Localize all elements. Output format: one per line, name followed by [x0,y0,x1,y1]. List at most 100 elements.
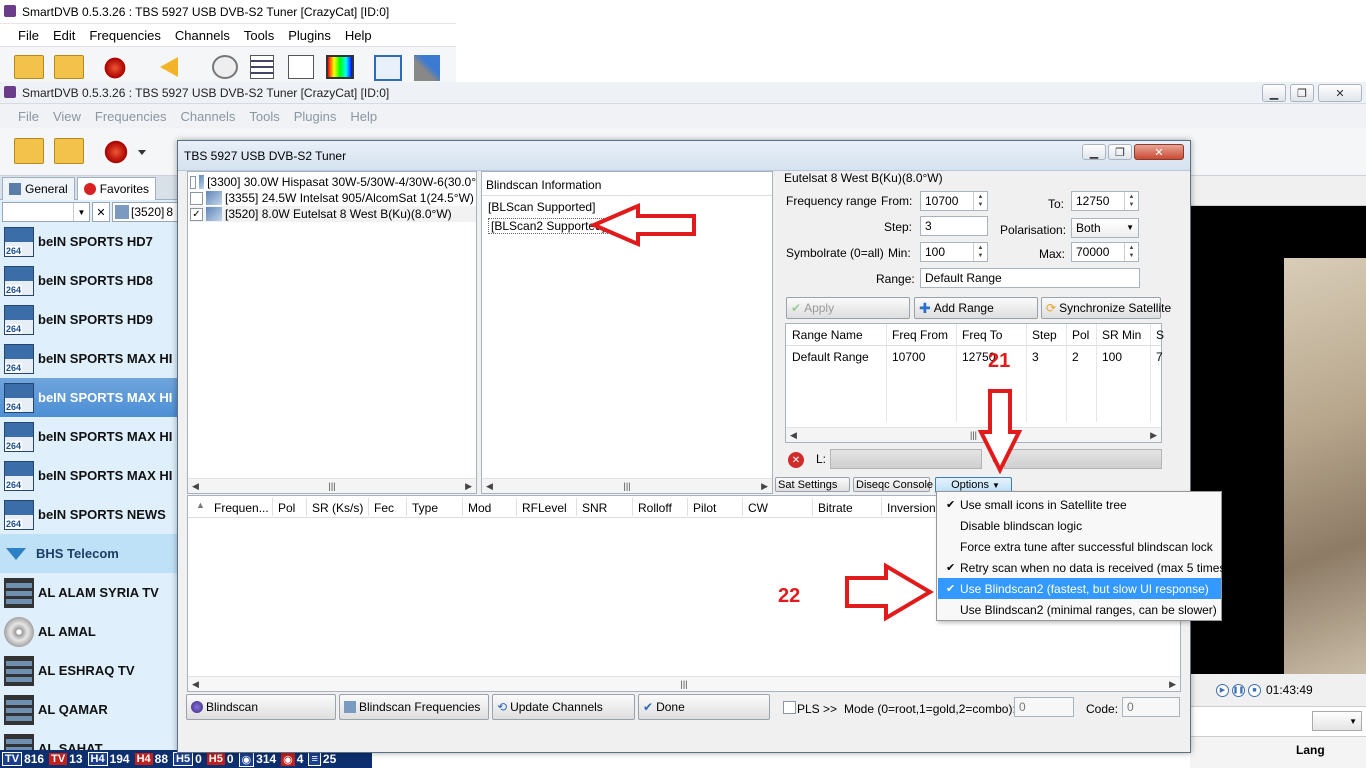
range-table-hscroll[interactable]: ◀ ||| ▶ [786,427,1161,442]
close-button[interactable]: ✕ [1318,84,1362,102]
menu-file[interactable]: File [18,109,39,124]
tools-icon[interactable] [414,55,440,81]
scroll-right-icon[interactable]: ▶ [761,481,768,492]
clear-filter-button[interactable]: ✕ [92,202,110,222]
min-spinner[interactable]: ▲ ▼ [973,243,987,261]
dialog-close-button[interactable]: ✕ [1134,144,1184,160]
results-table-hscroll[interactable]: ◀ ||| ▶ [188,676,1180,691]
open-folder-icon[interactable] [14,55,44,79]
channel-row[interactable]: AL QAMAR [0,690,178,729]
satellite-tree-hscroll[interactable]: ◀ ||| ▶ [188,478,476,493]
record-icon[interactable] [102,138,130,166]
channel-row[interactable]: 264 beIN SPORTS HD7 [0,222,178,261]
range-column-header[interactable]: S [1156,328,1164,342]
max-spinner[interactable]: ▲ ▼ [1124,243,1138,261]
apply-button[interactable]: ✔ Apply [786,297,910,319]
satellite-checkbox[interactable]: ✓ [190,207,203,221]
channel-row[interactable]: 264 beIN SPORTS MAX HI [0,378,178,417]
menu-channels[interactable]: Channels [175,28,230,43]
menu-tools[interactable]: Tools [244,28,274,43]
range-column-header[interactable]: Freq To [962,328,1002,342]
results-column-header[interactable]: Pilot [693,501,716,515]
minimize-button[interactable]: ▁ [1262,84,1286,102]
menu-frequencies[interactable]: Frequencies [89,28,161,43]
play-icon[interactable]: ▶ [1216,683,1229,697]
options-menu-item[interactable]: ✔ Use small icons in Satellite tree [938,494,1221,515]
fullscreen-icon[interactable] [374,55,402,81]
menu-plugins[interactable]: Plugins [288,28,331,43]
results-column-header[interactable]: Frequen... [214,501,269,515]
satellite-checkbox[interactable] [190,175,196,189]
chevron-down-icon[interactable]: ▼ [73,203,89,221]
range-column-header[interactable]: SR Min [1102,328,1141,342]
from-field[interactable]: 10700 ▲ ▼ [920,191,988,211]
range-column-header[interactable]: Step [1032,328,1057,342]
range-name-field[interactable]: Default Range [920,268,1140,288]
satellite-tree-item[interactable]: [3355] 24.5W Intelsat 905/AlcomSat 1(24.… [190,190,476,206]
menu-view[interactable]: View [53,109,81,124]
max-field[interactable]: 70000 ▲ ▼ [1071,242,1139,262]
to-field[interactable]: 12750 ▲ ▼ [1071,191,1139,211]
range-column-header[interactable]: Freq From [892,328,948,342]
menu-tools[interactable]: Tools [249,109,279,124]
update-channels-button[interactable]: ⟲ Update Channels [492,694,635,720]
scroll-left-icon[interactable]: ◀ [790,430,797,441]
diseqc-console-button[interactable]: Diseqc Console [853,477,933,492]
dialog-maximize-button[interactable]: ❐ [1108,144,1132,160]
code-field[interactable]: 0 [1122,697,1180,717]
channel-row[interactable]: 264 beIN SPORTS HD8 [0,261,178,300]
results-column-header[interactable]: Inversion [887,501,936,515]
scroll-right-icon[interactable]: ▶ [1169,679,1176,690]
options-menu-item[interactable]: ✔ Use Blindscan2 (fastest, but slow UI re… [938,578,1221,599]
menu-help[interactable]: Help [345,28,372,43]
blindscan-info-hscroll[interactable]: ◀ ||| ▶ [482,478,772,493]
scroll-left-icon[interactable]: ◀ [192,679,199,690]
channel-row[interactable]: AL ESHRAQ TV [0,651,178,690]
results-column-header[interactable]: Type [412,501,438,515]
results-column-header[interactable]: SR (Ks/s) [312,501,363,515]
list-icon[interactable] [250,55,274,79]
options-menu-item[interactable]: Use Blindscan2 (minimal ranges, can be s… [938,599,1221,620]
maximize-button[interactable]: ❐ [1290,84,1314,102]
results-column-header[interactable]: CW [748,501,768,515]
done-button[interactable]: ✔ Done [638,694,770,720]
range-column-header[interactable]: Range Name [792,328,863,342]
back-arrow-icon[interactable] [160,57,178,77]
min-field[interactable]: 100 ▲ ▼ [920,242,988,262]
menu-edit[interactable]: Edit [53,28,75,43]
open-folder-icon[interactable] [14,138,44,164]
pls-checkbox[interactable] [783,701,796,717]
options-menu-item[interactable]: ✔ Retry scan when no data is received (ma… [938,557,1229,578]
channel-row[interactable]: AL ALAM SYRIA TV [0,573,178,612]
chevron-down-icon[interactable] [138,150,146,155]
results-column-header[interactable]: Fec [374,501,394,515]
menu-frequencies[interactable]: Frequencies [95,109,167,124]
satellite-tree-item[interactable]: [3300] 30.0W Hispasat 30W-5/30W-4/30W-6(… [190,174,476,190]
dialog-minimize-button[interactable]: ▁ [1082,144,1106,160]
add-range-button[interactable]: ✚ Add Range [914,297,1038,319]
synchronize-satellite-button[interactable]: ⟳ Synchronize Satellite [1041,297,1171,319]
tab-general[interactable]: General [2,177,75,200]
channel-row[interactable]: AL AMAL [0,612,178,651]
scroll-left-icon[interactable]: ◀ [192,481,199,492]
pause-icon[interactable]: ❚❚ [1232,683,1245,697]
channel-filter-select[interactable]: ▼ [2,202,90,222]
blindscan-frequencies-button[interactable]: Blindscan Frequencies [339,694,489,720]
menu-file[interactable]: File [18,28,39,43]
scroll-right-icon[interactable]: ▶ [465,481,472,492]
channel-row[interactable]: AL SAHAT [0,729,178,750]
audio-track-select[interactable]: ▼ [1312,711,1362,731]
tab-favorites[interactable]: Favorites [76,177,157,200]
results-column-header[interactable]: Mod [468,501,491,515]
menu-help[interactable]: Help [350,109,377,124]
sat-settings-button[interactable]: Sat Settings [775,477,850,492]
zoom-icon[interactable] [288,55,314,79]
channel-row[interactable]: 264 beIN SPORTS NEWS [0,495,178,534]
range-column-header[interactable]: Pol [1072,328,1089,342]
record-icon[interactable] [102,55,128,81]
satellite-filter[interactable]: [3520] 8 [112,202,178,222]
range-table-row[interactable]: Default Range 10700 12750 3 2 100 7 [786,346,1163,366]
results-column-header[interactable]: SNR [582,501,607,515]
scroll-right-icon[interactable]: ▶ [1150,430,1157,441]
satellite-checkbox[interactable] [190,191,203,205]
